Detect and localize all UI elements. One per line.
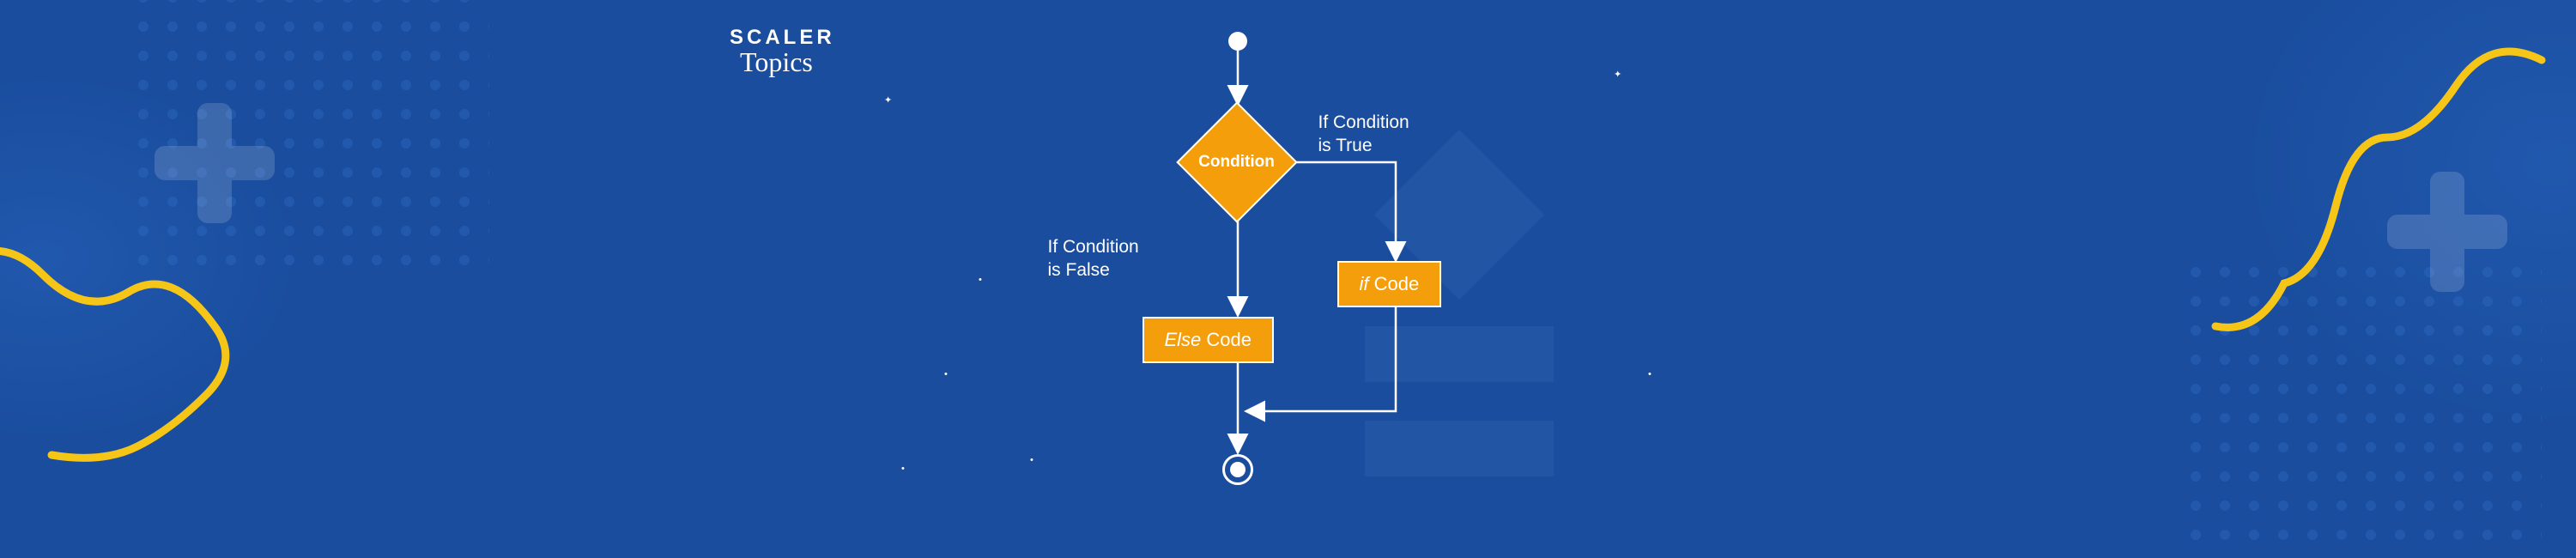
condition-label: Condition [1177, 102, 1297, 222]
flowchart-start-node [1228, 32, 1247, 51]
scaler-topics-logo: SCALER Topics [730, 26, 835, 78]
true-branch-label: If Conditionis True [1318, 111, 1409, 158]
flowchart-end-node [1222, 454, 1253, 485]
flowchart-condition-diamond: Condition [1177, 102, 1297, 222]
squiggle-right-decoration [2198, 43, 2559, 352]
else-code-box: Else Code [1143, 317, 1275, 363]
if-else-flowchart: Condition If Conditionis True If Conditi… [1009, 25, 1567, 506]
logo-sub-text: Topics [740, 46, 835, 78]
squiggle-left-decoration [0, 240, 258, 498]
if-code-box: if Code [1337, 261, 1442, 307]
false-branch-label: If Conditionis False [1048, 235, 1139, 282]
